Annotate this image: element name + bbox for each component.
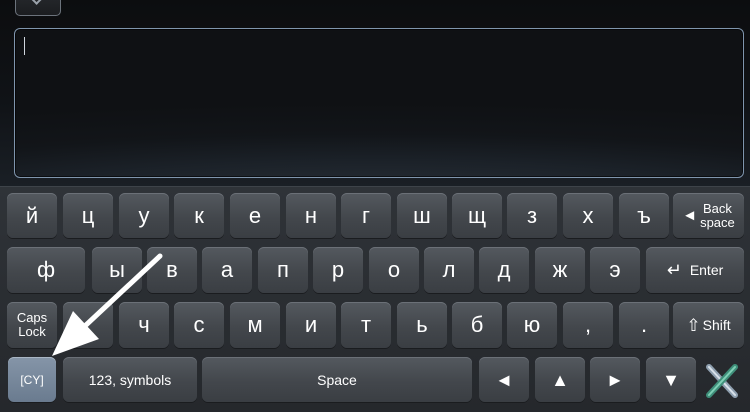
shift-key[interactable]: ⇧ Shift [673, 302, 744, 348]
chevron-down-icon [28, 0, 48, 5]
app-background [0, 0, 750, 186]
collapse-button[interactable] [15, 0, 61, 16]
key-row1-11[interactable]: х [563, 193, 613, 238]
key-row3-8[interactable]: ю [507, 302, 557, 348]
arrow-left-key[interactable]: ◄ [479, 357, 529, 402]
arrow-right-icon: ► [606, 369, 624, 390]
key-row2-6[interactable]: р [313, 247, 363, 293]
key-row1-6[interactable]: н [286, 193, 336, 238]
arrow-up-key[interactable]: ▲ [535, 357, 585, 402]
key-row1-1[interactable]: й [7, 193, 57, 238]
caps-lock-key[interactable]: Caps Lock [7, 302, 57, 348]
key-row3-2[interactable]: с [174, 302, 224, 348]
key-row2-5[interactable]: п [258, 247, 308, 293]
key-row2-7[interactable]: о [369, 247, 419, 293]
shift-arrow-icon: ⇧ [686, 315, 701, 335]
language-key[interactable]: [CY] [8, 357, 56, 402]
key-row1-3[interactable]: у [119, 193, 169, 238]
close-keyboard-button[interactable] [700, 361, 744, 401]
key-row2-11[interactable]: э [590, 247, 640, 293]
arrow-left-icon: ◄ [495, 369, 513, 390]
key-row1-12[interactable]: ъ [619, 193, 669, 238]
symbols-key[interactable]: 123, symbols [63, 357, 197, 402]
space-key[interactable]: Space [202, 357, 472, 402]
arrow-down-key[interactable]: ▼ [646, 357, 696, 402]
key-row3-9[interactable]: , [563, 302, 613, 348]
text-caret [24, 37, 25, 55]
shift-label: Shift [702, 317, 731, 333]
key-row3-blank[interactable] [63, 302, 113, 348]
caps-label-line2: Lock [18, 324, 46, 339]
backspace-label-line2: space [700, 214, 735, 230]
backspace-label-line1: Back [702, 200, 732, 216]
key-row2-2[interactable]: ы [92, 247, 142, 293]
key-row1-8[interactable]: ш [397, 193, 447, 238]
key-row1-5[interactable]: е [230, 193, 280, 238]
arrow-down-icon: ▼ [662, 369, 680, 390]
key-row3-6[interactable]: ь [397, 302, 447, 348]
key-row3-1[interactable]: ч [119, 302, 169, 348]
key-row2-1[interactable]: ф [7, 247, 85, 293]
key-row2-9[interactable]: д [479, 247, 529, 293]
key-row3-4[interactable]: и [286, 302, 336, 348]
arrow-up-icon: ▲ [551, 369, 569, 390]
enter-label: Enter [689, 262, 724, 278]
key-row1-9[interactable]: щ [452, 193, 502, 238]
key-row1-10[interactable]: з [507, 193, 557, 238]
key-row3-5[interactable]: т [341, 302, 391, 348]
arrow-right-key[interactable]: ► [590, 357, 640, 402]
caps-label-line1: Caps [16, 310, 48, 325]
key-row1-4[interactable]: к [174, 193, 224, 238]
key-row2-4[interactable]: а [202, 247, 252, 293]
enter-key[interactable]: ↵ Enter [646, 247, 744, 293]
backspace-key[interactable]: ◄ Back space [673, 193, 744, 238]
key-row2-3[interactable]: в [147, 247, 197, 293]
close-icon [706, 364, 738, 398]
backspace-arrow-icon: ◄ [682, 206, 698, 224]
key-row2-8[interactable]: л [424, 247, 474, 293]
key-row2-10[interactable]: ж [535, 247, 585, 293]
key-row3-10[interactable]: . [619, 302, 669, 348]
key-row3-7[interactable]: б [452, 302, 502, 348]
key-row1-2[interactable]: ц [63, 193, 113, 238]
enter-arrow-icon: ↵ [666, 260, 682, 280]
text-input-area[interactable] [14, 28, 744, 178]
key-row3-3[interactable]: м [230, 302, 280, 348]
key-row1-7[interactable]: г [341, 193, 391, 238]
